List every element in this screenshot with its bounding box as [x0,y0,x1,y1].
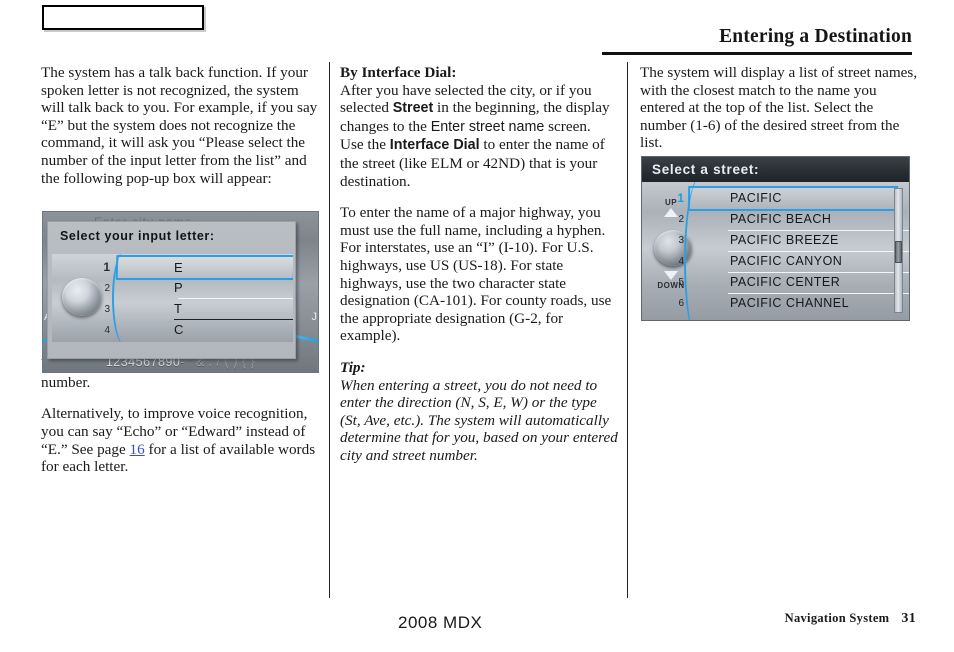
column-divider-right [627,62,628,598]
page-header: Entering a Destination [602,26,912,52]
scrollbar-thumb[interactable] [895,241,902,263]
list-item[interactable]: 1 E [96,257,293,277]
select-street-title: Select a street: [652,162,760,177]
list-item-number: 1 [103,260,110,274]
row-number: 5 [678,277,684,288]
nav-screenshot-input-letter: Enter city name A J 1234567890- ' & . / … [41,211,320,373]
row-number: 6 [678,298,684,309]
column-right: The system will display a list of street… [640,64,918,166]
list-item[interactable]: 2 P [96,279,293,299]
middle-heading: By Interface Dial: [340,64,618,82]
input-letter-popup-title: Select your input letter: [60,229,215,243]
row-label: PACIFIC BEACH [730,212,832,226]
table-row[interactable]: 1 PACIFIC [670,188,900,209]
scrollbar-track[interactable] [894,188,903,313]
table-row[interactable]: 6 PACIFIC CHANNEL [670,294,900,315]
row-label: PACIFIC CENTER [730,275,841,289]
middle-paragraph-2: To enter the name of a major highway, yo… [340,204,612,345]
middle-p1-term-interface-dial: Interface Dial [389,137,480,154]
footer-section-info: Navigation System 31 [785,611,916,627]
chapter-tab-box [42,5,204,30]
list-item[interactable]: 4 C [96,321,293,341]
middle-p1-term-street: Street [392,100,434,117]
list-item-label: P [174,280,184,295]
footer-page-number: 31 [901,611,916,626]
list-item-number: 2 [104,283,110,294]
table-row[interactable]: 4 PACIFIC CANYON [670,252,909,273]
table-row[interactable]: 5 PACIFIC CENTER [670,273,909,294]
left-paragraph-1: The system has a talk back function. If … [41,64,318,187]
list-item-separator [174,319,293,320]
input-letter-list-pane: 1 E 2 P 3 T 4 C [52,254,293,342]
table-row[interactable]: 3 PACIFIC BREEZE [670,231,909,252]
list-item-label: T [174,301,183,316]
row-number: 4 [678,256,684,267]
row-label: PACIFIC [730,191,782,205]
input-letter-popup: Select your input letter: 1 E 2 P 3 T 4 [47,221,296,359]
middle-p1-term-enter-street-name: Enter street name [430,118,545,135]
nav-screenshot-select-street: Select a street: UP DOWN 1 PACIFIC 2 PAC… [641,156,910,321]
column-divider-left [329,62,330,598]
middle-paragraph-1: After you have selected the city, or if … [340,82,618,191]
column-middle: By Interface Dial: After you have select… [340,64,618,464]
row-label: PACIFIC CHANNEL [730,296,850,310]
page-title: Entering a Destination [719,26,912,47]
row-number: 2 [678,214,684,225]
row-label: PACIFIC CANYON [730,254,843,268]
tip-heading: Tip: [340,359,618,377]
right-paragraph-1: The system will display a list of street… [640,64,918,152]
list-item[interactable]: 3 T [96,300,293,320]
page-reference-link[interactable]: 16 [130,441,145,458]
select-street-titlebar: Select a street: [642,157,909,182]
header-rule [602,52,912,55]
row-label: PACIFIC BREEZE [730,233,839,247]
list-item-number: 3 [104,304,110,315]
row-number: 3 [678,235,684,246]
select-street-list-pane: UP DOWN 1 PACIFIC 2 PACIFIC BEACH 3 PACI… [642,182,909,320]
list-item-label: E [174,260,184,275]
tip-body: When entering a street, you do not need … [340,376,618,464]
row-number: 1 [677,191,684,205]
middle-heading-label: By Interface Dial: [340,64,457,81]
list-item-separator [178,298,293,299]
list-item-label: C [174,322,184,337]
tip-heading-label: Tip: [340,358,366,376]
footer-section-name: Navigation System [784,611,890,625]
footer-model: 2008 MDX [398,613,483,632]
list-item-number: 4 [104,325,110,336]
table-row[interactable]: 2 PACIFIC BEACH [670,210,909,231]
left-paragraph-3: Alternatively, to improve voice recognit… [41,405,319,475]
